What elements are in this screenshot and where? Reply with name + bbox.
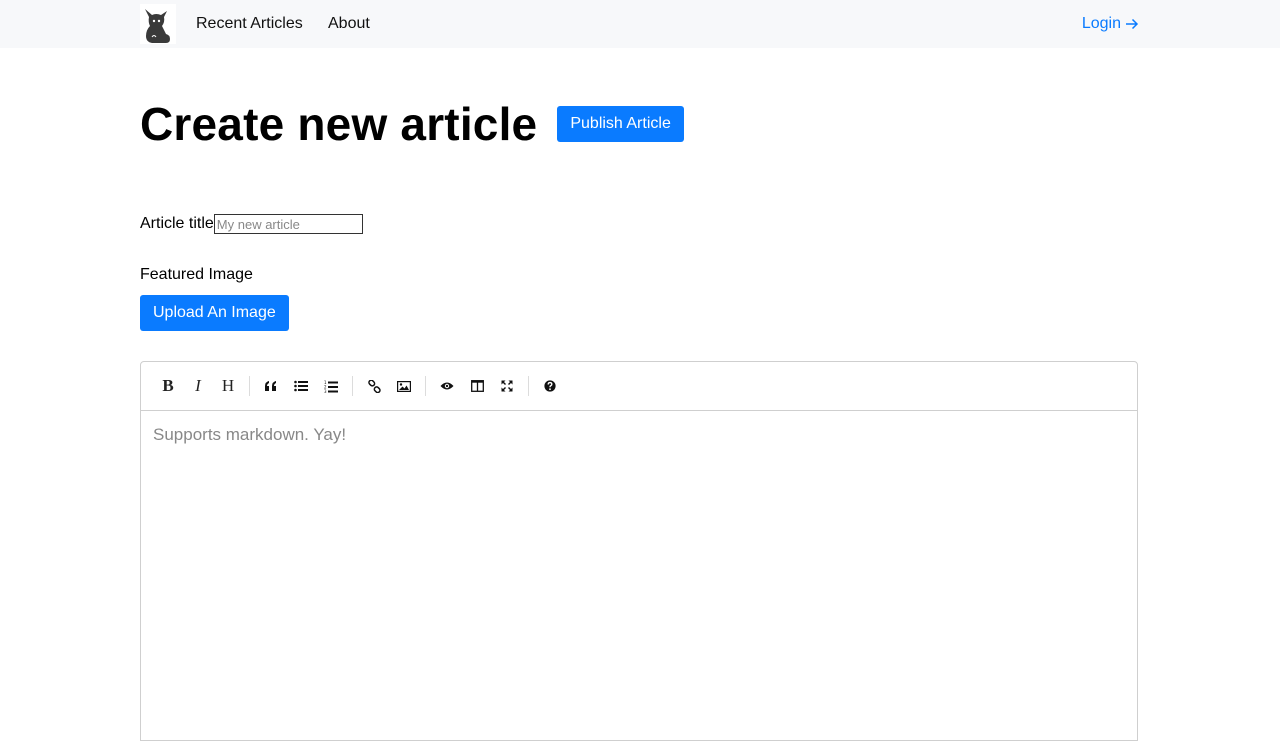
cat-logo-icon[interactable] bbox=[140, 4, 176, 44]
nav-recent-articles-link[interactable]: Recent Articles bbox=[196, 14, 303, 34]
article-title-input[interactable] bbox=[213, 214, 363, 234]
bold-button[interactable]: B bbox=[153, 371, 183, 401]
image-icon[interactable] bbox=[389, 371, 419, 401]
heading-button[interactable]: H bbox=[213, 371, 243, 401]
toolbar-separator bbox=[352, 376, 353, 396]
markdown-editor: B I H 123 Supports markdown. Yay! bbox=[140, 361, 1138, 741]
svg-text:3: 3 bbox=[324, 389, 327, 393]
eye-icon[interactable] bbox=[432, 371, 462, 401]
page-title: Create new article bbox=[140, 98, 538, 150]
article-title-row: Article title bbox=[140, 213, 363, 235]
editor-textarea[interactable]: Supports markdown. Yay! bbox=[141, 411, 1137, 459]
toolbar-separator bbox=[425, 376, 426, 396]
toolbar-separator bbox=[249, 376, 250, 396]
question-icon[interactable] bbox=[535, 371, 565, 401]
nav-about-link[interactable]: About bbox=[328, 14, 370, 34]
columns-icon[interactable] bbox=[462, 371, 492, 401]
quote-icon[interactable] bbox=[256, 371, 286, 401]
upload-image-button[interactable]: Upload An Image bbox=[140, 295, 289, 331]
fullscreen-icon[interactable] bbox=[492, 371, 522, 401]
editor-placeholder: Supports markdown. Yay! bbox=[153, 425, 347, 444]
featured-image-label: Featured Image bbox=[140, 266, 253, 283]
editor-toolbar: B I H 123 bbox=[141, 362, 1137, 411]
navbar: Recent Articles About Login bbox=[0, 0, 1280, 48]
login-label: Login bbox=[1081, 15, 1121, 32]
link-icon[interactable] bbox=[359, 371, 389, 401]
heading-row: Create new article Publish Article bbox=[140, 96, 684, 152]
publish-article-button[interactable]: Publish Article bbox=[557, 106, 684, 142]
navbar-inner: Recent Articles About Login bbox=[140, 0, 1140, 48]
login-link[interactable]: Login bbox=[1082, 14, 1140, 34]
arrow-right-icon bbox=[1126, 18, 1139, 30]
article-title-label: Article title bbox=[140, 215, 214, 232]
toolbar-separator bbox=[528, 376, 529, 396]
unordered-list-icon[interactable] bbox=[286, 371, 316, 401]
italic-button[interactable]: I bbox=[183, 371, 213, 401]
ordered-list-icon[interactable]: 123 bbox=[316, 371, 346, 401]
